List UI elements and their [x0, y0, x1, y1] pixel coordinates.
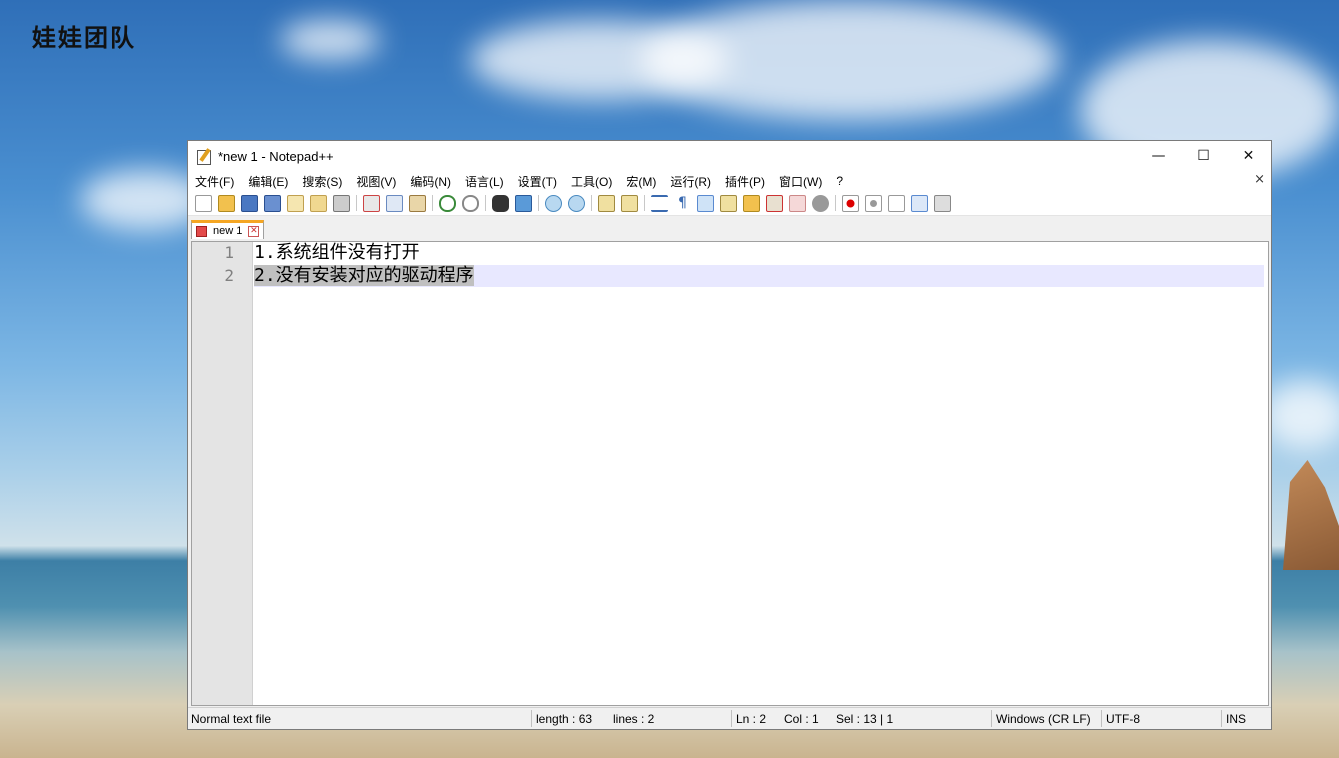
- toolbar-separator: [538, 195, 539, 211]
- line-number: 2: [224, 266, 234, 285]
- cloud: [280, 20, 380, 60]
- doc-map-icon[interactable]: [720, 194, 737, 212]
- menu-settings[interactable]: 设置(T): [511, 173, 564, 190]
- tab-bar: new 1 ✕: [188, 216, 1271, 239]
- line-text: 1.系统组件没有打开: [254, 242, 420, 263]
- status-ln: Ln : 2: [736, 712, 767, 726]
- redo-icon[interactable]: [462, 194, 479, 212]
- status-insert-mode: INS: [1226, 712, 1247, 726]
- menu-file[interactable]: 文件(F): [188, 173, 241, 190]
- minimize-button[interactable]: —: [1136, 141, 1181, 171]
- doc-switcher-icon[interactable]: [789, 194, 806, 212]
- menu-edit[interactable]: 编辑(E): [241, 173, 295, 190]
- selected-line-text: 2.没有安装对应的驱动程序: [254, 265, 474, 286]
- menu-run[interactable]: 运行(R): [663, 173, 718, 190]
- replace-icon[interactable]: [515, 194, 532, 212]
- new-file-icon[interactable]: [195, 194, 212, 212]
- tab-close-icon[interactable]: ✕: [248, 225, 260, 237]
- close-all-icon[interactable]: [310, 194, 327, 212]
- run-multiple-icon[interactable]: [911, 194, 928, 212]
- title-bar[interactable]: *new 1 - Notepad++ — ☐ ✕: [188, 141, 1271, 171]
- close-window-button[interactable]: ✕: [1226, 141, 1271, 171]
- menu-bar: 文件(F) 编辑(E) 搜索(S) 视图(V) 编码(N) 语言(L) 设置(T…: [188, 171, 1271, 191]
- tab-new-1[interactable]: new 1 ✕: [191, 220, 265, 239]
- line-number-gutter: 1 2: [192, 242, 253, 705]
- toolbar-separator: [644, 195, 645, 211]
- menu-plugins[interactable]: 插件(P): [718, 173, 772, 190]
- code-line[interactable]: 1.系统组件没有打开: [254, 242, 1264, 264]
- status-col: Col : 1: [784, 712, 819, 726]
- editor-area[interactable]: 1 2 1.系统组件没有打开 2.没有安装对应的驱动程序: [191, 241, 1269, 706]
- menu-view[interactable]: 视图(V): [349, 173, 403, 190]
- cut-icon[interactable]: [363, 194, 380, 212]
- menu-encoding[interactable]: 编码(N): [403, 173, 458, 190]
- status-divider: [1101, 710, 1102, 727]
- window-controls: — ☐ ✕: [1136, 141, 1271, 171]
- code-line-current[interactable]: 2.没有安装对应的驱动程序: [254, 265, 1264, 287]
- zoom-in-icon[interactable]: [545, 194, 562, 212]
- toolbar-separator: [591, 195, 592, 211]
- undo-icon[interactable]: [439, 194, 456, 212]
- show-all-chars-icon[interactable]: ¶: [674, 195, 691, 212]
- cloud: [640, 0, 1060, 120]
- copy-icon[interactable]: [386, 194, 403, 212]
- sync-horizontal-icon[interactable]: [621, 194, 638, 212]
- sync-vertical-icon[interactable]: [598, 194, 615, 212]
- indent-guide-icon[interactable]: [697, 194, 714, 212]
- function-list-icon[interactable]: [743, 194, 760, 212]
- close-document-icon[interactable]: ×: [1254, 172, 1265, 187]
- status-divider: [991, 710, 992, 727]
- menu-help[interactable]: ?: [829, 174, 850, 188]
- menu-search[interactable]: 搜索(S): [295, 173, 349, 190]
- menu-window[interactable]: 窗口(W): [772, 173, 829, 190]
- window-title: *new 1 - Notepad++: [218, 148, 334, 164]
- toolbar-separator: [485, 195, 486, 211]
- watermark-text: 娃娃团队: [32, 23, 136, 52]
- paste-icon[interactable]: [409, 194, 426, 212]
- monitor-icon[interactable]: [812, 194, 829, 212]
- word-wrap-icon[interactable]: [651, 194, 668, 212]
- close-icon[interactable]: [287, 194, 304, 212]
- maximize-button[interactable]: ☐: [1181, 141, 1226, 171]
- status-divider: [1221, 710, 1222, 727]
- toolbar-separator: [356, 195, 357, 211]
- status-divider: [731, 710, 732, 727]
- status-eol: Windows (CR LF): [996, 712, 1091, 726]
- status-sel: Sel : 13 | 1: [836, 712, 894, 726]
- sea-rock: [1283, 460, 1339, 570]
- status-lines: lines : 2: [613, 712, 655, 726]
- unsaved-file-icon: [196, 225, 207, 237]
- find-icon[interactable]: [492, 194, 509, 212]
- tab-label: new 1: [213, 225, 243, 237]
- record-macro-icon[interactable]: [842, 194, 859, 212]
- print-icon[interactable]: [333, 194, 350, 212]
- save-all-icon[interactable]: [264, 194, 281, 212]
- save-macro-icon[interactable]: [934, 194, 951, 212]
- status-encoding: UTF-8: [1106, 712, 1140, 726]
- play-macro-icon[interactable]: [888, 194, 905, 212]
- status-bar: Normal text file length : 63 lines : 2 L…: [188, 707, 1271, 729]
- line-number: 1: [224, 243, 234, 262]
- menu-language[interactable]: 语言(L): [458, 173, 511, 190]
- notepad-app-icon: [196, 148, 212, 165]
- status-divider: [531, 710, 532, 727]
- open-file-icon[interactable]: [218, 194, 235, 212]
- save-icon[interactable]: [241, 194, 258, 212]
- notepadpp-window: *new 1 - Notepad++ — ☐ ✕ 文件(F) 编辑(E) 搜索(…: [187, 140, 1272, 730]
- status-file-type: Normal text file: [191, 712, 272, 726]
- toolbar: ¶: [188, 191, 1271, 216]
- stop-record-icon[interactable]: [865, 194, 882, 212]
- toolbar-separator: [432, 195, 433, 211]
- zoom-out-icon[interactable]: [568, 194, 585, 212]
- status-length: length : 63: [536, 712, 593, 726]
- folder-workspace-icon[interactable]: [766, 194, 783, 212]
- menu-tools[interactable]: 工具(O): [564, 173, 619, 190]
- toolbar-separator: [835, 195, 836, 211]
- menu-macro[interactable]: 宏(M): [619, 173, 663, 190]
